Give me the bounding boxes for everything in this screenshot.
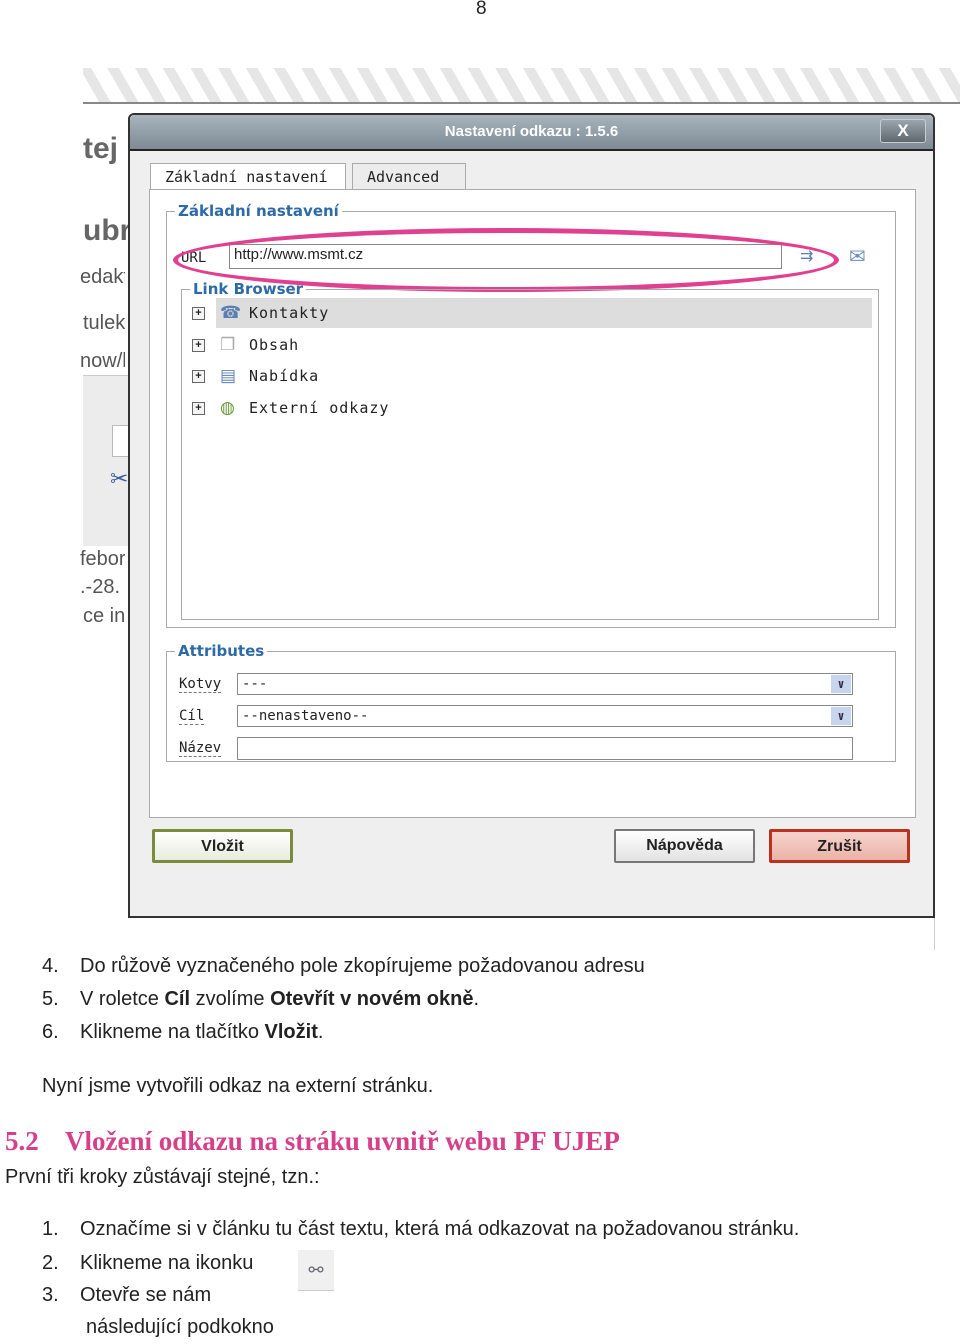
- target-label: Cíl: [179, 708, 205, 725]
- background-text: tulek: [83, 312, 126, 334]
- tree-item-label: Externí odkazy: [249, 399, 390, 417]
- basic-settings-legend: Základní nastavení: [178, 202, 339, 220]
- background-text: .-28.: [80, 576, 121, 598]
- expand-icon[interactable]: +: [192, 370, 205, 383]
- tree-item-content[interactable]: + ❐ Obsah: [192, 330, 872, 360]
- tree-item-label: Obsah: [249, 336, 300, 354]
- link-browser-group: Link Browser + ☎ Kontakty + ❐ Obsah + ▤ …: [181, 280, 879, 620]
- anchor-select[interactable]: --- ∨: [237, 673, 853, 695]
- dialog-title: Nastavení odkazu : 1.5.6: [444, 123, 619, 140]
- background-text: edakt: [80, 266, 125, 288]
- insert-link-icon: ⚯: [298, 1250, 334, 1291]
- target-value: --nenastaveno--: [242, 708, 369, 724]
- background-toolbar: [83, 375, 128, 546]
- background-text: ce in: [83, 605, 126, 627]
- tree-item-external-links[interactable]: + ◍ Externí odkazy: [192, 393, 872, 423]
- list-item: 2. Klikneme na ikonku: [42, 1252, 254, 1274]
- attributes-group: Attributes Kotvy --- ∨ Cíl --nenastaveno…: [166, 642, 896, 762]
- list-item: 3. Otevře se nám: [42, 1284, 212, 1306]
- link-settings-dialog: Nastavení odkazu : 1.5.6 X Základní nast…: [128, 113, 935, 918]
- scissors-icon: ✂: [110, 466, 129, 491]
- tree-item-contacts[interactable]: + ☎ Kontakty: [192, 298, 872, 328]
- name-label: Název: [179, 740, 222, 757]
- list-item-continuation: následující podkokno: [86, 1316, 274, 1338]
- anchor-label: Kotvy: [179, 676, 222, 693]
- background-text: tej: [83, 132, 119, 165]
- email-link-icon[interactable]: ✉: [849, 244, 866, 269]
- name-input[interactable]: [237, 737, 853, 760]
- pages-icon: ❐: [220, 335, 236, 354]
- dialog-titlebar[interactable]: Nastavení odkazu : 1.5.6 X: [130, 115, 933, 151]
- list-item: 1. Označíme si v článku tu část textu, kt…: [42, 1218, 800, 1240]
- summary-paragraph: Nyní jsme vytvořili odkaz na externí str…: [42, 1075, 434, 1097]
- tree-item-label: Nabídka: [249, 367, 320, 385]
- attributes-legend: Attributes: [178, 642, 265, 660]
- menu-icon: ▤: [220, 366, 237, 385]
- tree-item-label: Kontakty: [249, 304, 330, 322]
- anchor-value: ---: [242, 676, 268, 692]
- basic-settings-group: Základní nastavení URL http://www.msmt.c…: [166, 202, 896, 628]
- tab-advanced[interactable]: Advanced: [352, 163, 466, 189]
- tree-item-menu[interactable]: + ▤ Nabídka: [192, 361, 872, 391]
- background-text: ubr: [83, 214, 128, 247]
- list-item: 6. Klikneme na tlačítko Vložit.: [42, 1021, 324, 1043]
- contacts-icon: ☎: [220, 303, 242, 322]
- close-button[interactable]: X: [880, 119, 926, 143]
- background-text: now/h: [80, 350, 125, 372]
- target-select[interactable]: --nenastaveno-- ∨: [237, 705, 853, 727]
- page-number: 8: [476, 0, 487, 19]
- background-input: [112, 425, 129, 457]
- tab-panel: Základní nastavení URL http://www.msmt.c…: [149, 189, 916, 818]
- help-button[interactable]: Nápověda: [614, 829, 755, 863]
- intro-paragraph: První tři kroky zůstávají stejné, tzn.:: [5, 1166, 320, 1188]
- chevron-down-icon[interactable]: ∨: [831, 707, 851, 725]
- list-item: 4. Do růžově vyznačeného pole zkopírujeme…: [42, 955, 645, 977]
- expand-icon[interactable]: +: [192, 307, 205, 320]
- header-rule: [83, 102, 960, 104]
- chevron-down-icon[interactable]: ∨: [831, 675, 851, 693]
- link-browser-legend: Link Browser: [193, 280, 304, 298]
- tab-basic-settings[interactable]: Základní nastavení: [150, 163, 346, 191]
- header-hatch-band: [83, 68, 960, 102]
- globe-icon: ◍: [220, 398, 235, 417]
- section-heading: 5.2 Vložení odkazu na stráku uvnitř webu …: [5, 1126, 620, 1156]
- expand-icon[interactable]: +: [192, 339, 205, 352]
- expand-icon[interactable]: +: [192, 402, 205, 415]
- insert-button[interactable]: Vložit: [152, 829, 293, 863]
- background-text: febor: [80, 548, 125, 570]
- cancel-button[interactable]: Zrušit: [769, 829, 910, 863]
- list-item: 5. V roletce Cíl zvolíme Otevřít v novém …: [42, 988, 480, 1010]
